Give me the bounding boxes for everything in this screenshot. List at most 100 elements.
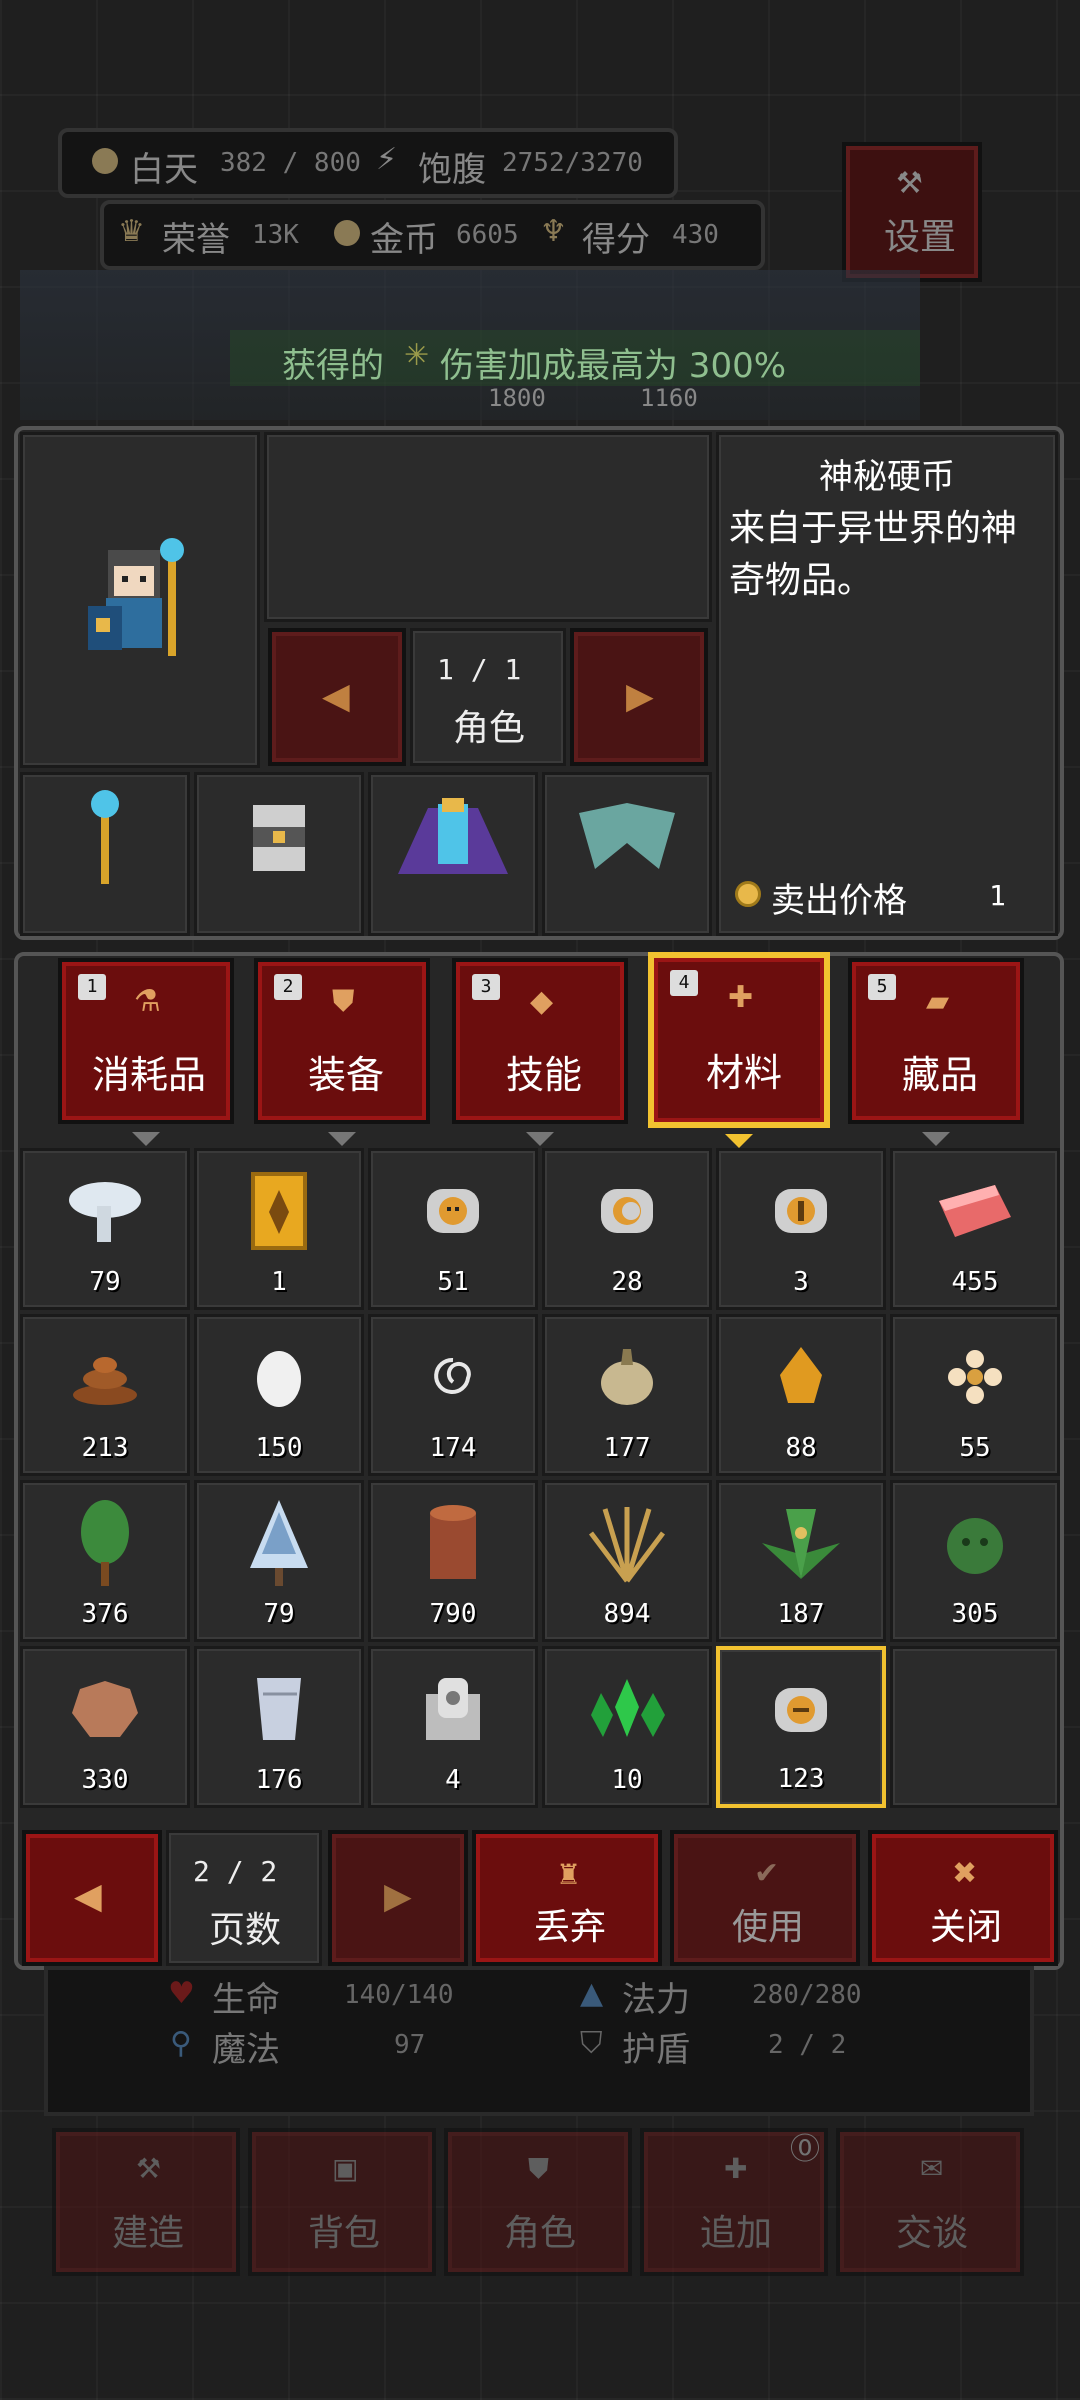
hp-right: 1160 bbox=[640, 384, 698, 412]
check-icon: ✔ bbox=[754, 1856, 780, 1891]
equip-slot-staff[interactable] bbox=[20, 772, 190, 936]
character-prev-button[interactable]: ◀ bbox=[268, 628, 406, 766]
tab-skills[interactable]: 3 ◆ 技能 bbox=[452, 958, 628, 1146]
inventory-slot[interactable]: 455 bbox=[890, 1148, 1060, 1310]
tab-equipment[interactable]: 2 ⛊ 装备 bbox=[254, 958, 430, 1146]
page-next-button[interactable]: ▶ bbox=[328, 1830, 468, 1966]
equip-slot-cape[interactable] bbox=[542, 772, 712, 936]
close-button[interactable]: ✖ 关闭 bbox=[868, 1830, 1058, 1966]
page-label: 页数 bbox=[209, 1910, 282, 1951]
day-value: 382 / 800 bbox=[220, 148, 361, 178]
item-count: 150 bbox=[255, 1433, 303, 1463]
inventory-slot[interactable]: 330 bbox=[20, 1646, 190, 1808]
item-grid: 79 1 51 28 3 455 213 150 174 177 88 55 376 79 790 894 18… bbox=[20, 1148, 1060, 1818]
equip-slot-armor[interactable] bbox=[368, 772, 538, 936]
nav-add[interactable]: ✚ 追加 ⓪ bbox=[640, 2128, 828, 2276]
mp-label: 法力 bbox=[622, 1980, 690, 2020]
tab-collectibles[interactable]: 5 ▰ 藏品 bbox=[848, 958, 1024, 1146]
tab-consumables[interactable]: 1 ⚗ 消耗品 bbox=[58, 958, 234, 1146]
mushroom-icon bbox=[65, 1176, 145, 1250]
sparkle-icon: ✳ bbox=[404, 338, 430, 373]
inventory-slot[interactable]: 1 bbox=[194, 1148, 364, 1310]
trophy-icon: ♆ bbox=[540, 214, 567, 249]
page-prev-button[interactable]: ◀ bbox=[22, 1830, 162, 1966]
item-count: 55 bbox=[959, 1433, 991, 1463]
item-info-box: 神秘硬币 来自于异世界的神 奇物品。 卖出价格 1 bbox=[716, 432, 1058, 936]
day-label: 白天 bbox=[130, 150, 198, 190]
golden-card-icon bbox=[251, 1172, 307, 1254]
inventory-slot[interactable]: 187 bbox=[716, 1480, 886, 1642]
coin-moon-icon bbox=[597, 1181, 657, 1245]
speech-icon: ✉ bbox=[920, 2152, 944, 2185]
shield-stat-icon: ⛉ bbox=[580, 2026, 603, 2061]
settings-button[interactable]: ⚒ 设置 bbox=[842, 142, 982, 282]
dung-icon bbox=[70, 1347, 140, 1411]
item-count: 177 bbox=[603, 1433, 651, 1463]
inventory-slot[interactable]: 3 bbox=[716, 1148, 886, 1310]
inventory-slot[interactable]: 213 bbox=[20, 1314, 190, 1476]
item-count: 79 bbox=[263, 1599, 295, 1629]
inventory-slot[interactable]: 177 bbox=[542, 1314, 712, 1476]
tab-pointer bbox=[922, 1132, 950, 1146]
equip-slot-book[interactable] bbox=[194, 772, 364, 936]
shield-icon: ⛊ bbox=[332, 984, 355, 1019]
hp-left: 1800 bbox=[488, 384, 546, 412]
nav-talk[interactable]: ✉ 交谈 bbox=[836, 2128, 1024, 2276]
flower-icon bbox=[945, 1347, 1005, 1411]
inventory-slot[interactable]: 79 bbox=[20, 1148, 190, 1310]
item-count: 790 bbox=[429, 1599, 477, 1629]
item-count: 455 bbox=[951, 1267, 999, 1297]
inventory-slot[interactable]: 28 bbox=[542, 1148, 712, 1310]
inventory-slot-selected[interactable]: 123 bbox=[716, 1646, 886, 1808]
character-page-label: 角色 bbox=[453, 708, 526, 749]
nav-build[interactable]: ⚒ 建造 bbox=[52, 2128, 240, 2276]
inventory-slot[interactable]: 305 bbox=[890, 1480, 1060, 1642]
inventory-slot[interactable]: 4 bbox=[368, 1646, 538, 1808]
page-indicator: 2 / 2 页数 bbox=[166, 1830, 322, 1966]
item-count: 305 bbox=[951, 1599, 999, 1629]
inventory-slot-empty[interactable] bbox=[890, 1646, 1060, 1808]
inventory-slot[interactable]: 55 bbox=[890, 1314, 1060, 1476]
nav-label: 角色 bbox=[504, 2213, 577, 2254]
character-next-button[interactable]: ▶ bbox=[570, 628, 708, 766]
scroll-icon: ▰ bbox=[926, 984, 950, 1019]
item-count: 330 bbox=[81, 1765, 129, 1795]
inventory-slot[interactable]: 10 bbox=[542, 1646, 712, 1808]
tab-pointer bbox=[328, 1132, 356, 1146]
close-icon: ✖ bbox=[952, 1856, 978, 1891]
item-count: 79 bbox=[89, 1267, 121, 1297]
heart-icon: ♥ bbox=[168, 1976, 195, 2011]
inventory-slot[interactable]: 176 bbox=[194, 1646, 364, 1808]
inventory-slot[interactable]: 79 bbox=[194, 1480, 364, 1642]
inventory-slot[interactable]: 376 bbox=[20, 1480, 190, 1642]
use-button[interactable]: ✔ 使用 bbox=[670, 1830, 860, 1966]
hammer-icon: ⚒ bbox=[136, 2152, 162, 2185]
inventory-slot[interactable]: 150 bbox=[194, 1314, 364, 1476]
inventory-slot[interactable]: 790 bbox=[368, 1480, 538, 1642]
inventory-slot[interactable]: 88 bbox=[716, 1314, 886, 1476]
food-label: 饱腹 bbox=[418, 150, 486, 190]
coin-face-icon bbox=[771, 1680, 831, 1744]
hp-value: 140/140 bbox=[344, 1980, 454, 2010]
sell-value: 1 bbox=[989, 879, 1006, 912]
tab-key: 1 bbox=[78, 974, 106, 1000]
item-count: 88 bbox=[785, 1433, 817, 1463]
tab-label: 藏品 bbox=[902, 1053, 979, 1097]
inventory-slot[interactable]: 894 bbox=[542, 1480, 712, 1642]
nav-bag[interactable]: ▣ 背包 bbox=[248, 2128, 436, 2276]
banner-text: 伤害加成最高为 300% bbox=[440, 346, 787, 386]
discard-button[interactable]: ♜ 丢弃 bbox=[472, 1830, 662, 1966]
nav-character[interactable]: ⛊ 角色 bbox=[444, 2128, 632, 2276]
nav-label: 建造 bbox=[112, 2213, 185, 2254]
cloth-icon bbox=[249, 1674, 309, 1748]
honor-label: 荣誉 bbox=[162, 220, 230, 260]
item-count: 4 bbox=[445, 1765, 461, 1795]
tab-materials[interactable]: 4 ✚ 材料 bbox=[650, 954, 828, 1148]
score-label: 得分 bbox=[582, 220, 650, 260]
inventory-slot[interactable]: 174 bbox=[368, 1314, 538, 1476]
food-value: 2752/3270 bbox=[502, 148, 643, 178]
inventory-slot[interactable]: 51 bbox=[368, 1148, 538, 1310]
character-page: 1 / 1 bbox=[437, 653, 522, 686]
nav-label: 背包 bbox=[308, 2213, 381, 2254]
character-portrait[interactable] bbox=[20, 432, 260, 768]
